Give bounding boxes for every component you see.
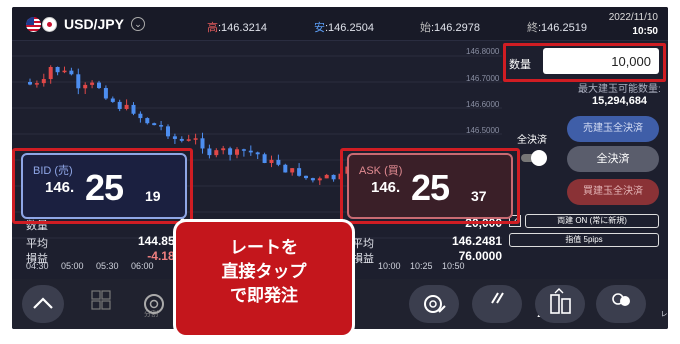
candle-body	[324, 174, 329, 179]
pl-label-right: 損益	[352, 253, 374, 265]
candle-body	[200, 138, 205, 149]
avg-label-left: 平均	[26, 238, 48, 250]
avg-value-right: 146.2481	[451, 234, 502, 248]
callout-line-3: で即発注	[230, 286, 298, 305]
candle-body	[34, 83, 39, 85]
candle-body	[145, 118, 150, 124]
candle-body	[103, 88, 108, 99]
max-quantity-label: 最大建玉可能数量:	[578, 84, 661, 95]
candle-body	[304, 175, 308, 179]
y-tick: 146.6000	[466, 100, 500, 109]
low-quote: 安:146.2504	[314, 22, 374, 34]
candle-body	[97, 82, 101, 89]
two-way-button[interactable]: 2WAY	[472, 285, 557, 323]
candle-body	[110, 98, 115, 102]
close-all-button[interactable]: 全決済	[567, 146, 659, 172]
swap-icon	[550, 288, 571, 314]
candle-body	[172, 136, 177, 139]
gear-edit-icon	[424, 295, 446, 313]
ask-highlight-frame	[340, 148, 520, 224]
chart-settings-button[interactable]	[136, 285, 172, 323]
candle-body	[262, 154, 267, 163]
chevron-down-icon[interactable]: ⌄	[131, 17, 145, 31]
candle-body	[124, 104, 129, 109]
candle-body	[179, 138, 184, 141]
candle-body	[138, 113, 143, 119]
candle-body	[166, 126, 170, 137]
instant-order-callout: レートを 直接タップ で即発注	[176, 222, 352, 335]
candle-body	[90, 82, 95, 85]
avg-label-right: 平均	[352, 238, 374, 250]
candle-body	[214, 150, 219, 156]
chevron-up-icon	[33, 297, 53, 309]
hedge-on-button[interactable]: 両建 ON (常に新規)	[525, 214, 659, 228]
candle-body	[152, 123, 157, 126]
candle-body	[48, 67, 53, 80]
candle-body	[290, 168, 295, 173]
candle-body	[235, 149, 239, 155]
candle-body	[297, 168, 302, 176]
y-tick: 146.7000	[466, 74, 500, 83]
x-tick: 10:00	[378, 261, 401, 271]
candle-body	[186, 139, 191, 141]
pl-label-left: 損益	[26, 253, 48, 265]
candle-body	[228, 148, 233, 155]
bid-highlight-frame	[12, 148, 193, 224]
date-label: 2022/11/10	[608, 12, 658, 23]
candle-body	[193, 138, 198, 140]
currency-pair[interactable]: USD/JPY	[64, 16, 124, 32]
header-bar: USD/JPY ⌄ 高:146.3214 安:146.2504 始:146.29…	[12, 7, 668, 41]
quantity-highlight-frame	[503, 43, 666, 82]
candle-body	[76, 74, 81, 89]
candle-body	[41, 79, 46, 84]
gear-icon	[144, 294, 164, 314]
candle-body	[131, 104, 136, 114]
rate-icon	[612, 293, 630, 306]
candle-body	[276, 159, 281, 165]
candle-body	[241, 149, 246, 151]
candle-body	[255, 152, 260, 155]
y-tick: 146.5000	[466, 126, 500, 135]
close-all-label: 全決済	[517, 135, 547, 146]
close-all-buy-positions-button[interactable]: 買建玉全決済	[567, 179, 659, 205]
limit-pips-button[interactable]: 指值 5pips	[509, 233, 659, 247]
callout-line-1: レートを	[230, 238, 298, 257]
candle-body	[317, 178, 322, 181]
swap-layout-button[interactable]	[535, 285, 585, 323]
candle-body	[62, 70, 67, 73]
max-quantity-value: 15,294,684	[592, 95, 648, 107]
candle-body	[55, 67, 60, 73]
high-quote: 高:146.3214	[207, 22, 267, 34]
close-quote: 終:146.2519	[527, 22, 587, 34]
candle-body	[331, 174, 336, 180]
candle-body	[28, 82, 32, 85]
candle-body	[221, 148, 226, 151]
y-tick: 146.8000	[466, 47, 500, 56]
us-flag-icon	[26, 17, 41, 32]
candle-body	[269, 159, 274, 163]
candle-body	[83, 84, 88, 89]
close-all-toggle[interactable]	[521, 150, 547, 166]
candle-body	[69, 70, 74, 75]
grid-icon	[91, 290, 111, 310]
callout-line-2: 直接タップ	[221, 262, 307, 281]
candle-body	[207, 148, 212, 156]
candle-body	[159, 125, 164, 127]
candle-body	[117, 101, 122, 109]
two-way-icon	[491, 292, 504, 304]
collapse-button[interactable]	[22, 285, 64, 323]
close-all-sell-positions-button[interactable]: 売建玉全決済	[567, 116, 659, 142]
candle-body	[310, 178, 315, 181]
candle-body	[283, 164, 288, 173]
rate-caption: レート	[660, 311, 669, 318]
x-tick: 05:00	[61, 261, 84, 271]
open-quote: 始:146.2978	[420, 22, 480, 34]
order-settings-button[interactable]	[409, 285, 459, 323]
pl-value-right: 76.0000	[458, 249, 502, 263]
rate-button[interactable]: レート	[596, 285, 668, 323]
split-button[interactable]: 分割	[76, 285, 158, 323]
jp-flag-icon	[42, 17, 57, 32]
candle-body	[248, 150, 253, 153]
time-label: 10:50	[632, 26, 658, 37]
